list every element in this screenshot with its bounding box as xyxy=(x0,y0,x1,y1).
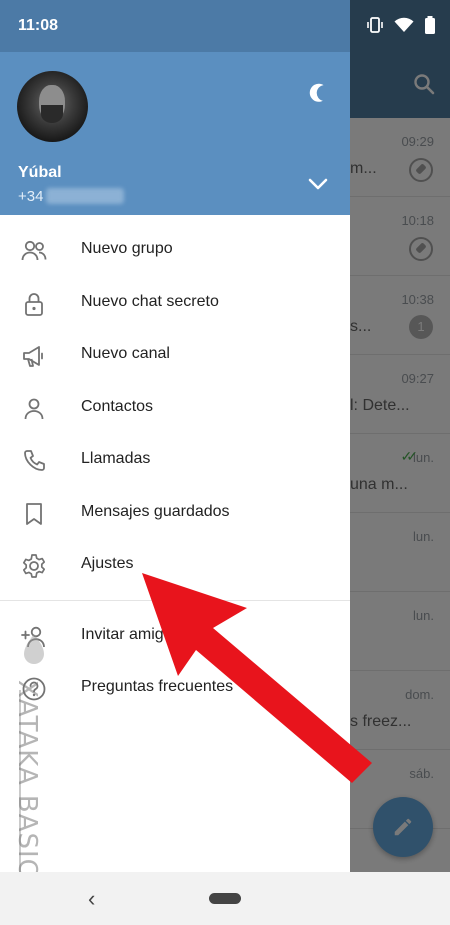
watermark-text: XATAKA BASICS xyxy=(12,680,42,896)
system-navigation-bar: ‹ xyxy=(0,872,450,925)
menu-label: Mensajes guardados xyxy=(81,503,230,520)
battery-icon xyxy=(425,16,435,34)
avatar[interactable] xyxy=(17,71,88,142)
menu-label: Invitar amigos xyxy=(81,626,181,643)
menu-label: Nuevo canal xyxy=(81,345,170,362)
home-pill[interactable] xyxy=(209,893,241,904)
menu-item-calls[interactable]: Llamadas xyxy=(0,434,350,486)
group-icon xyxy=(21,240,47,261)
menu-divider xyxy=(0,600,350,601)
menu-item-settings[interactable]: Ajustes xyxy=(0,539,350,591)
menu-item-contacts[interactable]: Contactos xyxy=(0,382,350,434)
bookmark-icon xyxy=(26,503,42,525)
menu-item-new-secret-chat[interactable]: Nuevo chat secreto xyxy=(0,277,350,329)
status-icons xyxy=(366,16,436,34)
menu-item-saved-messages[interactable]: Mensajes guardados xyxy=(0,487,350,539)
phone-icon xyxy=(24,450,45,471)
megaphone-icon xyxy=(23,346,43,367)
chevron-down-icon[interactable] xyxy=(307,176,329,192)
phone-number-redaction xyxy=(46,188,124,204)
menu-label: Contactos xyxy=(81,398,154,415)
menu-label: Preguntas frecuentes xyxy=(81,678,234,695)
vibrate-icon xyxy=(367,17,383,33)
menu-label: Ajustes xyxy=(81,555,134,572)
menu-item-new-group[interactable]: Nuevo grupo xyxy=(0,224,350,276)
wifi-icon xyxy=(394,17,414,32)
night-mode-icon[interactable] xyxy=(305,80,329,104)
lock-icon xyxy=(25,293,43,316)
menu-label: Llamadas xyxy=(81,450,151,467)
user-phone: +34 xyxy=(18,188,44,205)
menu-item-new-channel[interactable]: Nuevo canal xyxy=(0,329,350,381)
menu-label: Nuevo grupo xyxy=(81,240,173,257)
gear-icon xyxy=(22,554,46,578)
menu-label: Nuevo chat secreto xyxy=(81,293,219,310)
person-icon xyxy=(24,398,44,420)
user-name: Yúbal xyxy=(18,164,62,181)
back-icon[interactable]: ‹ xyxy=(88,886,95,912)
status-bar: 11:08 xyxy=(0,0,450,52)
status-time: 11:08 xyxy=(18,17,59,34)
